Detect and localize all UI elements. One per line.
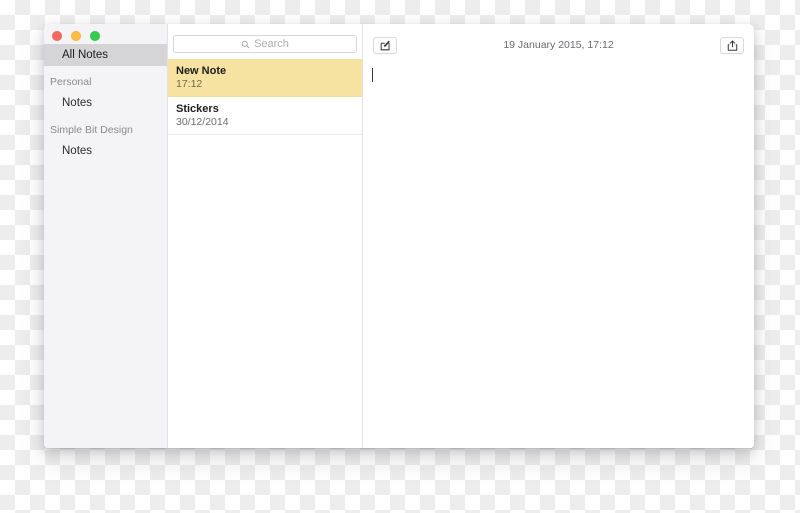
close-button[interactable] — [52, 31, 62, 41]
share-icon — [727, 39, 737, 51]
sidebar-group-label: Simple Bit Design — [50, 123, 133, 136]
sidebar-group-label: Personal — [50, 75, 92, 88]
sidebar-item-personal-notes[interactable]: Notes — [44, 92, 167, 114]
minimize-button[interactable] — [71, 31, 81, 41]
search-icon — [241, 40, 250, 48]
search-placeholder: Search — [254, 37, 289, 50]
note-date: 17:12 — [176, 78, 203, 90]
note-title: Stickers — [176, 103, 219, 115]
note-timestamp: 19 January 2015, 17:12 — [503, 39, 614, 51]
notes-app-window: All Notes Personal Notes Simple Bit Desi… — [44, 24, 754, 448]
note-date: 30/12/2014 — [176, 116, 229, 128]
note-list-column: Search New Note 17:12 Stickers 30/12/201… — [168, 24, 363, 448]
sidebar-item-label: Notes — [62, 145, 93, 157]
zoom-button[interactable] — [90, 31, 100, 41]
sidebar-list: All Notes Personal Notes Simple Bit Desi… — [44, 44, 167, 448]
compose-icon — [380, 40, 390, 50]
share-button[interactable] — [720, 36, 744, 54]
compose-note-button[interactable] — [373, 36, 397, 54]
window-controls — [52, 29, 100, 43]
sidebar: All Notes Personal Notes Simple Bit Desi… — [44, 24, 168, 448]
note-title: New Note — [176, 65, 227, 77]
search-input[interactable]: Search — [173, 35, 357, 53]
sidebar-group-header-simple-bit-design: Simple Bit Design — [44, 119, 167, 140]
sidebar-group-header-personal: Personal — [44, 71, 167, 92]
note-editor: 19 January 2015, 17:12 — [363, 24, 754, 448]
sidebar-item-label: All Notes — [62, 49, 109, 61]
editor-toolbar: 19 January 2015, 17:12 — [363, 24, 754, 66]
sidebar-item-label: Notes — [62, 97, 93, 109]
search-bar: Search — [168, 29, 362, 59]
list-item[interactable]: New Note 17:12 — [168, 59, 362, 97]
text-caret — [372, 68, 373, 82]
list-item[interactable]: Stickers 30/12/2014 — [168, 97, 362, 135]
note-text-area[interactable] — [363, 66, 754, 448]
sidebar-item-simple-bit-design-notes[interactable]: Notes — [44, 140, 167, 162]
sidebar-item-all-notes[interactable]: All Notes — [44, 44, 167, 66]
